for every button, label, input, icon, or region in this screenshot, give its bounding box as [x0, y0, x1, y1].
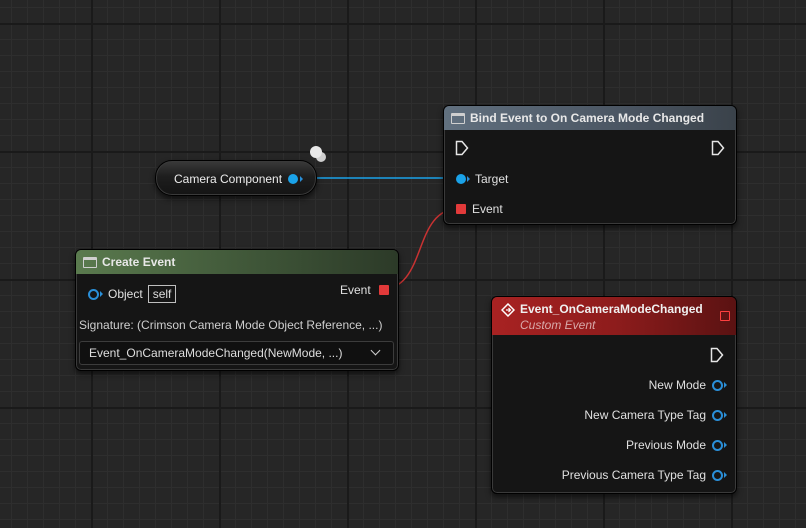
custom-event-outputs: New Mode New Camera Type Tag Previous Mo… [497, 378, 727, 498]
pin-arrow [724, 442, 727, 448]
event-diamond-icon [501, 303, 515, 317]
exec-in-pin[interactable] [455, 140, 469, 156]
new-mode-pin[interactable] [712, 380, 723, 391]
target-pin-arrow [467, 176, 470, 182]
function-icon [451, 112, 465, 124]
event-output-pin[interactable] [378, 285, 389, 295]
bind-event-node[interactable]: Bind Event to On Camera Mode Changed Tar… [443, 105, 737, 225]
object-pin-arrow [100, 291, 103, 297]
custom-event-header: Event_OnCameraModeChanged Custom Event [492, 297, 736, 335]
target-pin-row[interactable]: Target [456, 172, 508, 186]
target-pin-label: Target [475, 172, 509, 186]
camera-component-node[interactable]: Camera Component [155, 160, 317, 196]
exec-out-pin[interactable] [710, 347, 724, 363]
pin-arrow [724, 472, 727, 478]
camera-component-pin-arrow [300, 176, 303, 182]
object-pin-row[interactable]: Object self [88, 285, 177, 303]
camera-component-label: Camera Component [174, 172, 283, 186]
signature-text: Signature: (Crimson Camera Mode Object R… [79, 318, 382, 332]
bind-event-title: Bind Event to On Camera Mode Changed [470, 111, 705, 125]
function-select-dropdown[interactable]: Event_OnCameraModeChanged(NewMode, ...) [79, 341, 394, 365]
output-pin-row[interactable]: New Camera Type Tag [497, 408, 727, 438]
output-pin-label: Previous Mode [625, 438, 706, 452]
function-select-value: Event_OnCameraModeChanged(NewMode, ...) [89, 346, 343, 360]
custom-event-node[interactable]: Event_OnCameraModeChanged Custom Event N… [491, 296, 737, 494]
event-pin-label: Event [472, 202, 503, 216]
output-pin-row[interactable]: Previous Mode [497, 438, 727, 468]
previous-mode-pin[interactable] [712, 440, 723, 451]
previous-camera-type-tag-pin[interactable] [712, 470, 723, 481]
output-pin-label: Previous Camera Type Tag [561, 468, 706, 482]
function-icon [83, 256, 97, 268]
custom-event-title: Event_OnCameraModeChanged [520, 302, 703, 316]
camera-component-output-pin[interactable] [288, 174, 298, 184]
object-pin[interactable] [88, 288, 99, 300]
target-pin[interactable] [456, 174, 466, 184]
signature-label: Signature: (Crimson Camera Mode Object R… [79, 318, 383, 332]
create-event-node[interactable]: Create Event Object self Event Signature… [75, 249, 399, 371]
exec-out-pin[interactable] [711, 140, 725, 156]
spawn-glyph-icon [310, 146, 322, 158]
new-camera-type-tag-pin[interactable] [712, 410, 723, 421]
self-default-value[interactable]: self [147, 285, 177, 303]
delegate-output-pin[interactable] [720, 311, 730, 321]
output-pin-label: New Camera Type Tag [584, 408, 706, 422]
output-pin-row[interactable]: New Mode [497, 378, 727, 408]
bind-event-header: Bind Event to On Camera Mode Changed [444, 106, 736, 130]
object-pin-label: Object [108, 287, 143, 301]
create-event-header: Create Event [76, 250, 398, 274]
event-input-pin[interactable] [456, 204, 466, 214]
event-output-row[interactable]: Event [340, 283, 389, 297]
output-pin-row[interactable]: Previous Camera Type Tag [497, 468, 727, 498]
event-pin-row[interactable]: Event [456, 202, 503, 216]
output-pin-label: New Mode [648, 378, 706, 392]
pin-arrow [724, 382, 727, 388]
chevron-down-icon [370, 345, 381, 356]
custom-event-subtitle: Custom Event [520, 318, 596, 332]
pin-arrow [724, 412, 727, 418]
event-output-label: Event [340, 283, 371, 297]
create-event-title: Create Event [102, 255, 176, 269]
